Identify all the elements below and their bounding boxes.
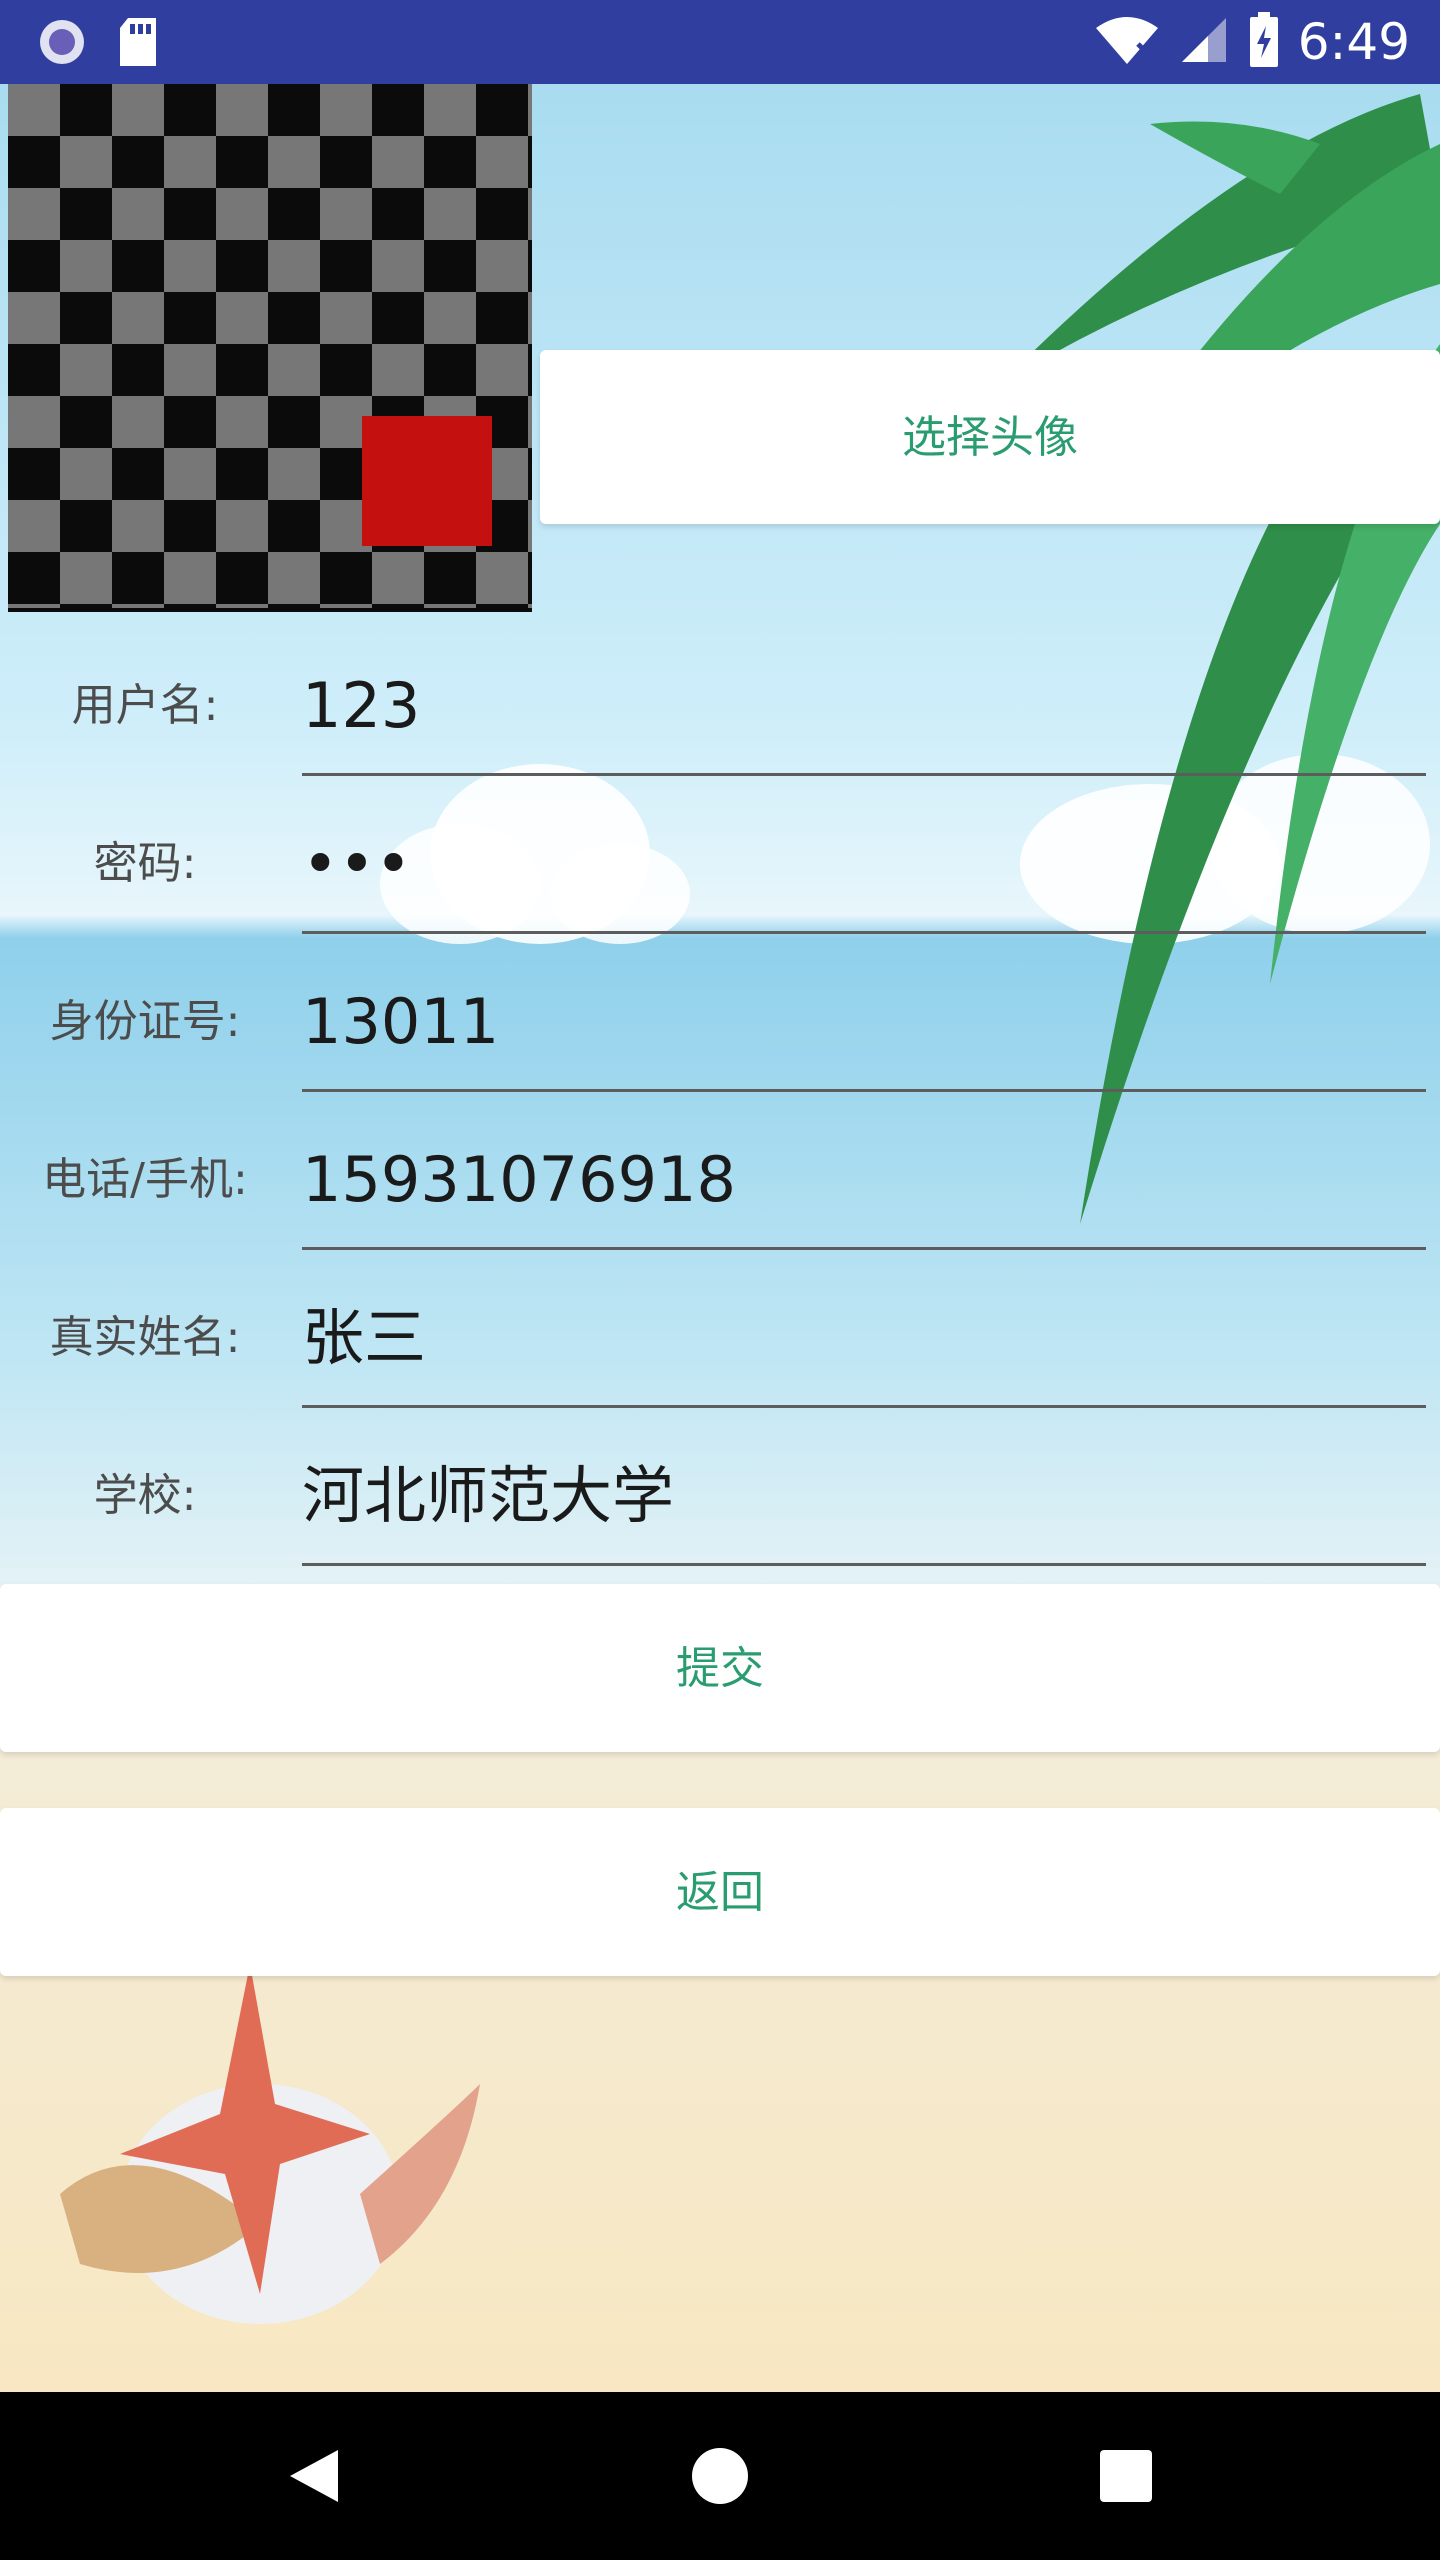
avatar-image <box>8 84 532 612</box>
school-label: 学校: <box>93 1470 197 1521</box>
phone-label: 电话/手机: <box>42 1154 248 1205</box>
password-input[interactable]: ••• <box>302 794 1426 934</box>
clock: 6:49 <box>1297 13 1410 71</box>
username-row: 用户名: 123 <box>0 636 1440 776</box>
phone-row: 电话/手机: 15931076918 <box>0 1110 1440 1250</box>
real-name-row: 真实姓名: 张三 <box>0 1268 1440 1408</box>
wifi-off-icon <box>1094 14 1160 70</box>
shells-starfish-decoration <box>60 1964 480 2324</box>
id-number-label: 身份证号: <box>49 996 241 1047</box>
school-input[interactable]: 河北师范大学 <box>302 1426 1426 1566</box>
password-row: 密码: ••• <box>0 794 1440 934</box>
school-row: 学校: 河北师范大学 <box>0 1426 1440 1566</box>
recents-square-icon[interactable] <box>1098 2448 1154 2508</box>
real-name-input[interactable]: 张三 <box>302 1268 1426 1408</box>
id-number-input[interactable]: 13011 <box>302 952 1426 1092</box>
avatar-red-square <box>362 416 492 546</box>
back-button[interactable]: 返回 <box>0 1808 1440 1976</box>
battery-charging-icon <box>1248 12 1280 72</box>
phone-input[interactable]: 15931076918 <box>302 1110 1426 1250</box>
submit-button[interactable]: 提交 <box>0 1584 1440 1752</box>
username-input[interactable]: 123 <box>302 636 1426 776</box>
navigation-bar <box>0 2392 1440 2560</box>
circle-record-icon <box>36 16 88 72</box>
username-label: 用户名: <box>71 680 219 731</box>
home-circle-icon[interactable] <box>690 2446 750 2510</box>
back-triangle-icon[interactable] <box>286 2446 342 2510</box>
password-label: 密码: <box>93 838 197 889</box>
real-name-label: 真实姓名: <box>49 1312 241 1363</box>
choose-avatar-button[interactable]: 选择头像 <box>540 350 1440 524</box>
sd-card-icon <box>116 16 160 72</box>
app-background: 选择头像 用户名: 123 密码: ••• 身份证号: 13011 电话/手机:… <box>0 84 1440 2392</box>
cell-signal-icon <box>1178 14 1230 70</box>
status-bar: 6:49 <box>0 0 1440 84</box>
id-number-row: 身份证号: 13011 <box>0 952 1440 1092</box>
